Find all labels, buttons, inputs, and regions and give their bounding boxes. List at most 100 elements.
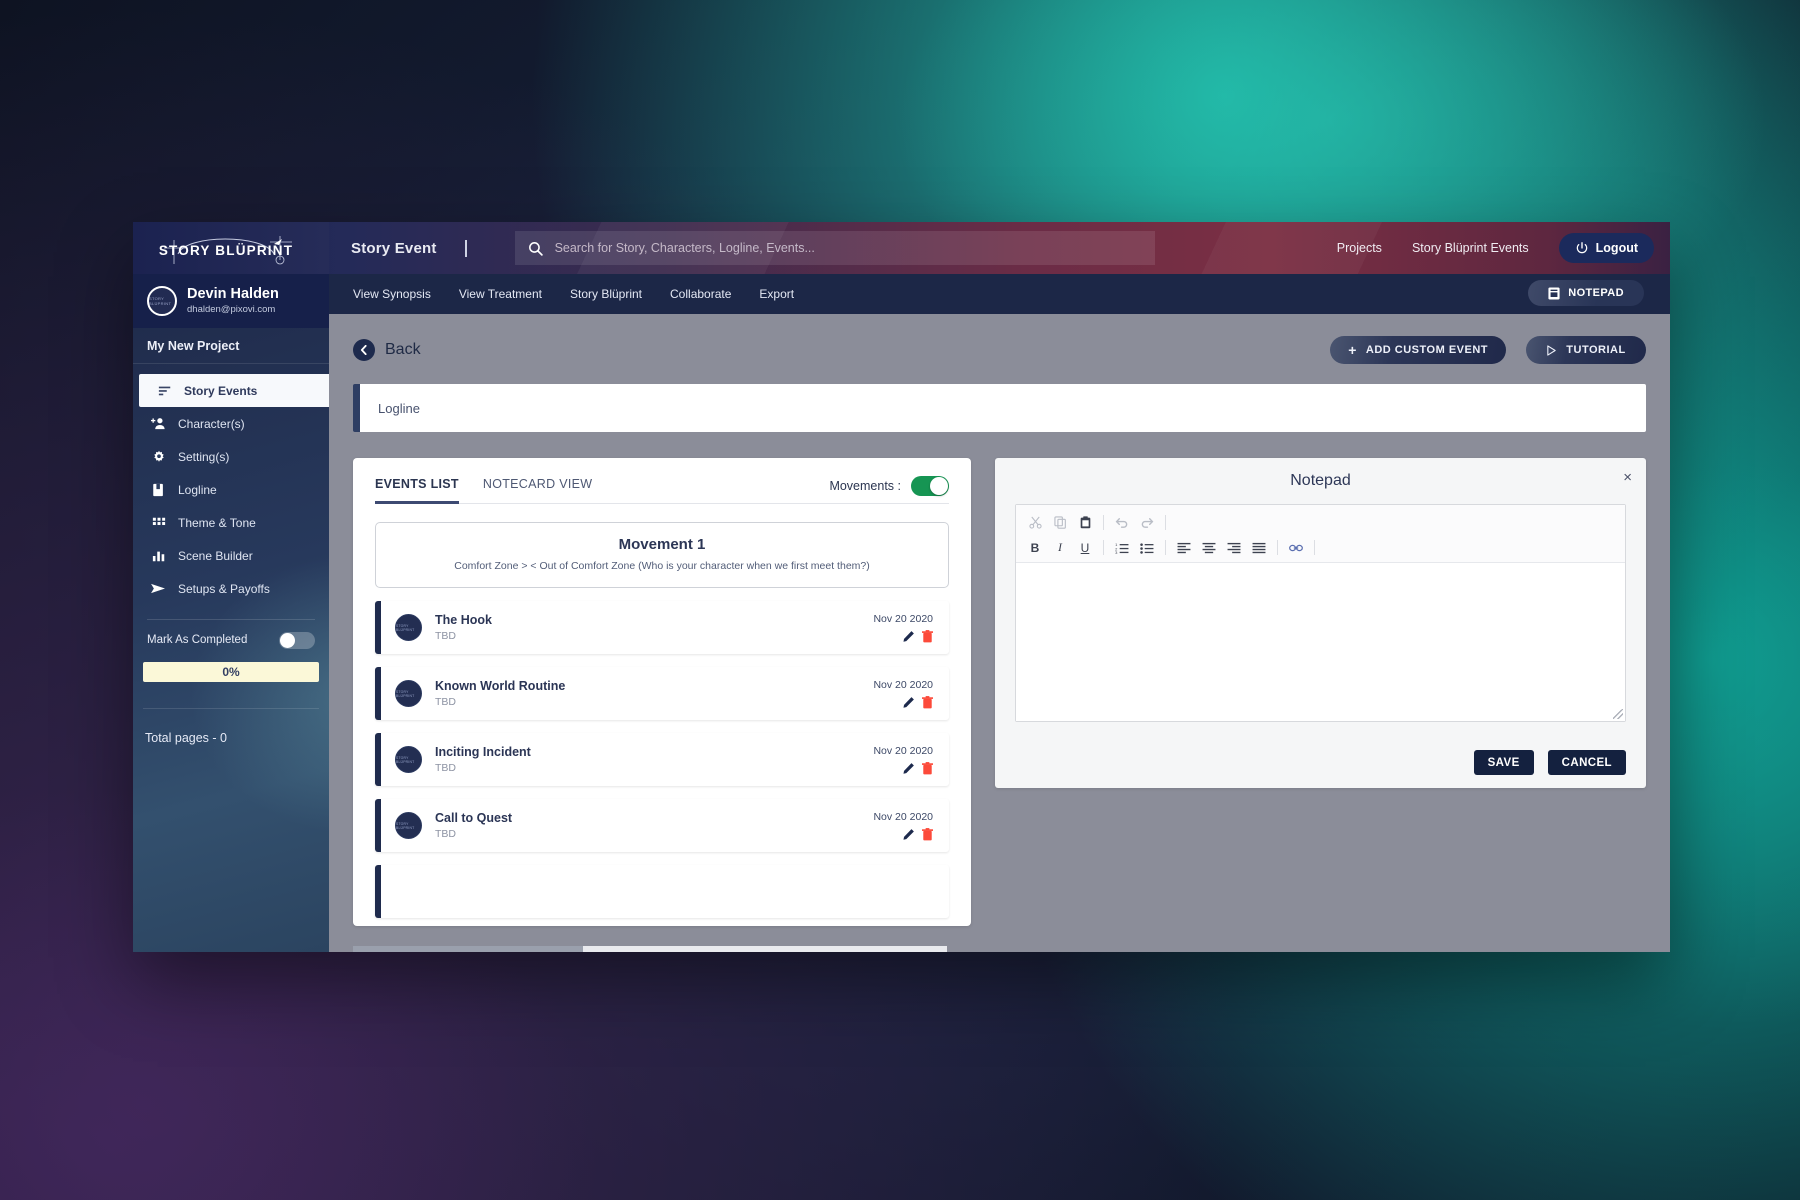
add-custom-event-button[interactable]: + ADD CUSTOM EVENT — [1330, 336, 1506, 364]
sidebar-item-scene-builder[interactable]: Scene Builder — [133, 539, 329, 572]
align-center-icon[interactable] — [1198, 537, 1220, 559]
resize-grip[interactable] — [1613, 709, 1623, 719]
page-title: Story Event — [351, 239, 437, 257]
mark-as-completed-toggle[interactable] — [279, 631, 315, 649]
event-status: TBD — [435, 828, 456, 841]
story-bluprint-events-link[interactable]: Story Blüprint Events — [1412, 241, 1529, 255]
redo-icon[interactable] — [1136, 512, 1158, 534]
projects-link[interactable]: Projects — [1337, 241, 1382, 255]
search-input[interactable] — [554, 241, 1143, 255]
cancel-button[interactable]: CANCEL — [1547, 750, 1626, 775]
event-title: Inciting Incident — [435, 744, 531, 759]
editor-toolbar: B I U 1 2 3 — [1016, 505, 1625, 563]
app-logo[interactable]: STORY BLÜPRINT — [133, 222, 329, 274]
sidebar-user[interactable]: STORY BLÜPRINT Devin Halden dhalden@pixo… — [133, 274, 329, 328]
event-title: The Hook — [435, 612, 492, 627]
sidebar-item-logline[interactable]: Logline — [133, 473, 329, 506]
edit-icon[interactable] — [902, 630, 915, 643]
link-icon[interactable] — [1285, 537, 1307, 559]
notepad-icon — [1548, 287, 1560, 299]
sidebar-item-label: Logline — [178, 482, 217, 497]
event-title: Known World Routine — [435, 678, 566, 693]
grid-icon — [151, 515, 166, 530]
notepad-button[interactable]: NOTEPAD — [1528, 280, 1644, 306]
nav-view-treatment[interactable]: View Treatment — [459, 287, 542, 301]
movements-toggle[interactable] — [911, 476, 949, 496]
avatar: STORY BLÜPRINT — [395, 812, 422, 839]
table-row[interactable]: STORY BLÜPRINT Call to Quest TBD Nov 20 … — [375, 799, 949, 852]
avatar-logo-text: STORY BLÜPRINT — [396, 623, 415, 632]
mark-as-completed-label: Mark As Completed — [147, 634, 248, 646]
delete-icon[interactable] — [922, 761, 933, 775]
add-custom-event-label: ADD CUSTOM EVENT — [1365, 344, 1488, 356]
sidebar-item-theme-tone[interactable]: Theme & Tone — [133, 506, 329, 539]
edit-icon[interactable] — [902, 762, 915, 775]
event-date: Nov 20 2020 — [873, 678, 933, 691]
tutorial-button[interactable]: TUTORIAL — [1526, 336, 1646, 364]
global-search[interactable] — [514, 231, 1155, 265]
gear-icon — [151, 449, 166, 464]
nav-view-synopsis[interactable]: View Synopsis — [353, 287, 431, 301]
project-name[interactable]: My New Project — [133, 328, 329, 364]
back-arrow-icon — [353, 339, 375, 361]
table-row[interactable]: STORY BLÜPRINT Inciting Incident TBD Nov… — [375, 733, 949, 786]
notepad-editor: B I U 1 2 3 — [1015, 504, 1626, 722]
delete-icon[interactable] — [922, 695, 933, 709]
event-date: Nov 20 2020 — [873, 612, 933, 625]
edit-icon[interactable] — [902, 696, 915, 709]
book-icon — [151, 482, 166, 497]
numbered-list-icon[interactable]: 1 2 3 — [1111, 537, 1133, 559]
nav-collaborate[interactable]: Collaborate — [670, 287, 731, 301]
notepad-body — [1016, 563, 1625, 721]
bullet-list-icon[interactable] — [1136, 537, 1158, 559]
table-row[interactable] — [375, 865, 949, 918]
edit-icon[interactable] — [902, 828, 915, 841]
underline-icon[interactable]: U — [1074, 537, 1096, 559]
table-row[interactable]: STORY BLÜPRINT The Hook TBD Nov 20 2020 — [375, 601, 949, 654]
align-left-icon[interactable] — [1173, 537, 1195, 559]
tab-events-list[interactable]: EVENTS LIST — [375, 477, 459, 504]
logout-button[interactable]: Logout — [1558, 233, 1654, 263]
event-status: TBD — [435, 762, 456, 775]
tab-notecard-view[interactable]: NOTECARD VIEW — [483, 477, 592, 504]
event-title: Call to Quest — [435, 810, 513, 825]
delete-icon[interactable] — [922, 629, 933, 643]
avatar: STORY BLÜPRINT — [395, 614, 422, 641]
sidebar-item-settings[interactable]: Setting(s) — [133, 440, 329, 473]
avatar-logo-text: STORY BLÜPRINT — [396, 689, 415, 698]
movements-toggle-group: Movements : — [829, 476, 949, 504]
sidebar-item-setups-payoffs[interactable]: Setups & Payoffs — [133, 572, 329, 605]
app-window: STORY BLÜPRINT Story Event Projects Stor… — [133, 222, 1670, 952]
toolbar-separator — [1314, 540, 1315, 555]
bold-icon[interactable]: B — [1024, 537, 1046, 559]
story-bluprint-logo-icon: STORY BLÜPRINT — [159, 236, 292, 265]
copy-icon[interactable] — [1049, 512, 1071, 534]
secondary-nav: View Synopsis View Treatment Story Blüpr… — [329, 274, 1670, 314]
notepad-button-label: NOTEPAD — [1568, 287, 1624, 299]
list-icon — [157, 383, 172, 398]
logline-card[interactable]: Logline — [353, 384, 1646, 432]
cut-icon[interactable] — [1024, 512, 1046, 534]
nav-story-bluprint[interactable]: Story Blüprint — [570, 287, 642, 301]
sidebar-item-story-events[interactable]: Story Events — [139, 374, 329, 407]
mark-as-completed-row: Mark As Completed — [133, 620, 329, 660]
align-right-icon[interactable] — [1223, 537, 1245, 559]
sidebar-item-label: Scene Builder — [178, 548, 253, 563]
plus-icon: + — [1348, 342, 1357, 358]
close-icon[interactable]: × — [1623, 470, 1632, 485]
italic-icon[interactable]: I — [1049, 537, 1071, 559]
undo-icon[interactable] — [1111, 512, 1133, 534]
progress-value: 0% — [222, 665, 240, 679]
save-button[interactable]: SAVE — [1473, 750, 1534, 775]
paste-icon[interactable] — [1074, 512, 1096, 534]
align-justify-icon[interactable] — [1248, 537, 1270, 559]
events-panel: EVENTS LIST NOTECARD VIEW Movements : Mo… — [353, 458, 971, 952]
event-status: TBD — [435, 630, 456, 643]
table-row[interactable]: STORY BLÜPRINT Known World Routine TBD N… — [375, 667, 949, 720]
notepad-textarea[interactable] — [1016, 563, 1625, 721]
sidebar-item-characters[interactable]: Character(s) — [133, 407, 329, 440]
back-button[interactable]: Back — [353, 339, 421, 361]
nav-export[interactable]: Export — [759, 287, 794, 301]
sidebar-nav: Story Events Character(s) Setting(s) Log… — [133, 364, 329, 605]
delete-icon[interactable] — [922, 827, 933, 841]
